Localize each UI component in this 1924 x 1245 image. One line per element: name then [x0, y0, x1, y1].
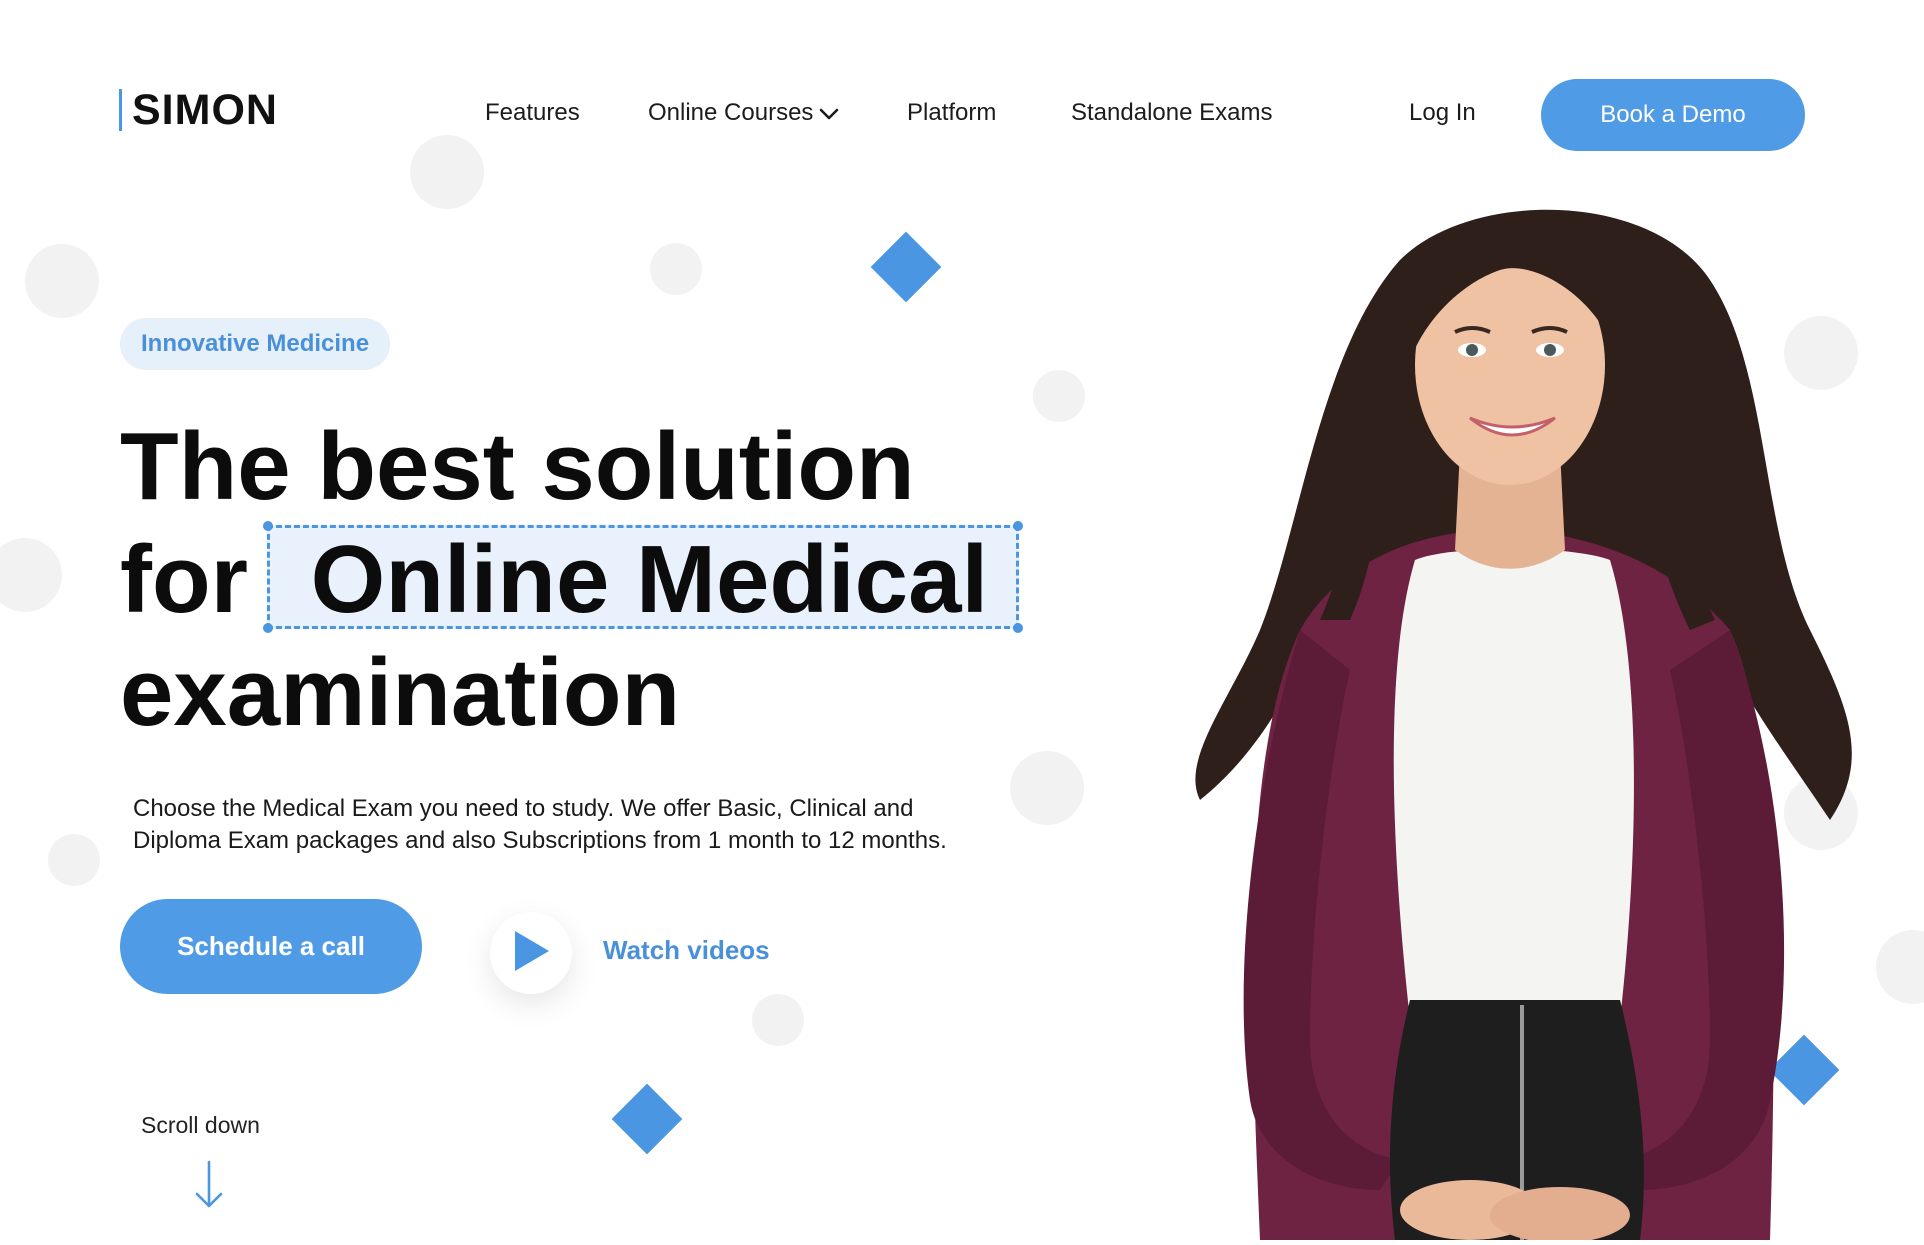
- hero-person-photo: [1170, 200, 1860, 1243]
- arrow-down-icon[interactable]: [192, 1160, 226, 1215]
- description-line-1: Choose the Medical Exam you need to stud…: [133, 795, 914, 822]
- category-tag: Innovative Medicine: [120, 318, 391, 370]
- decor-circle: [752, 994, 804, 1046]
- logo-text: SIMON: [132, 85, 278, 134]
- schedule-call-button[interactable]: Schedule a call: [120, 899, 422, 994]
- logo[interactable]: SIMON: [119, 86, 278, 134]
- headline-line-1: The best solution: [120, 413, 915, 520]
- decor-circle: [650, 243, 702, 295]
- selection-handle: [1013, 623, 1023, 633]
- nav-standalone-exams[interactable]: Standalone Exams: [1071, 99, 1272, 127]
- headline-highlight-text: Online Medical: [310, 526, 989, 633]
- decor-circle: [48, 834, 100, 886]
- decor-circle: [1033, 370, 1085, 422]
- nav-platform[interactable]: Platform: [907, 99, 996, 127]
- scroll-down-label[interactable]: Scroll down: [141, 1112, 260, 1139]
- decor-circle: [1876, 930, 1924, 1004]
- play-video-button[interactable]: [490, 912, 572, 994]
- decor-circle: [410, 135, 484, 209]
- book-demo-button[interactable]: Book a Demo: [1541, 79, 1805, 151]
- play-icon: [511, 929, 551, 978]
- headline-line-3: examination: [120, 639, 681, 746]
- login-link[interactable]: Log In: [1409, 99, 1476, 127]
- headline-for: for: [120, 526, 248, 633]
- selection-handle: [1013, 521, 1023, 531]
- decor-diamond: [611, 1083, 683, 1155]
- hero-description: Choose the Medical Exam you need to stud…: [133, 793, 1033, 857]
- nav-features[interactable]: Features: [485, 99, 580, 127]
- decor-diamond: [870, 231, 942, 303]
- description-line-2: Diploma Exam packages and also Subscript…: [133, 827, 947, 854]
- watch-videos-link[interactable]: Watch videos: [603, 935, 770, 966]
- headline-line-2: for Online Medical: [120, 523, 988, 636]
- nav-online-courses-label: Online Courses: [648, 99, 814, 126]
- chevron-down-icon: [819, 100, 839, 128]
- decor-circle: [0, 538, 62, 612]
- logo-mark: [119, 89, 122, 131]
- hero-headline: The best solution for Online Medical exa…: [120, 410, 988, 749]
- nav-online-courses[interactable]: Online Courses: [648, 99, 839, 128]
- decor-circle: [25, 244, 99, 318]
